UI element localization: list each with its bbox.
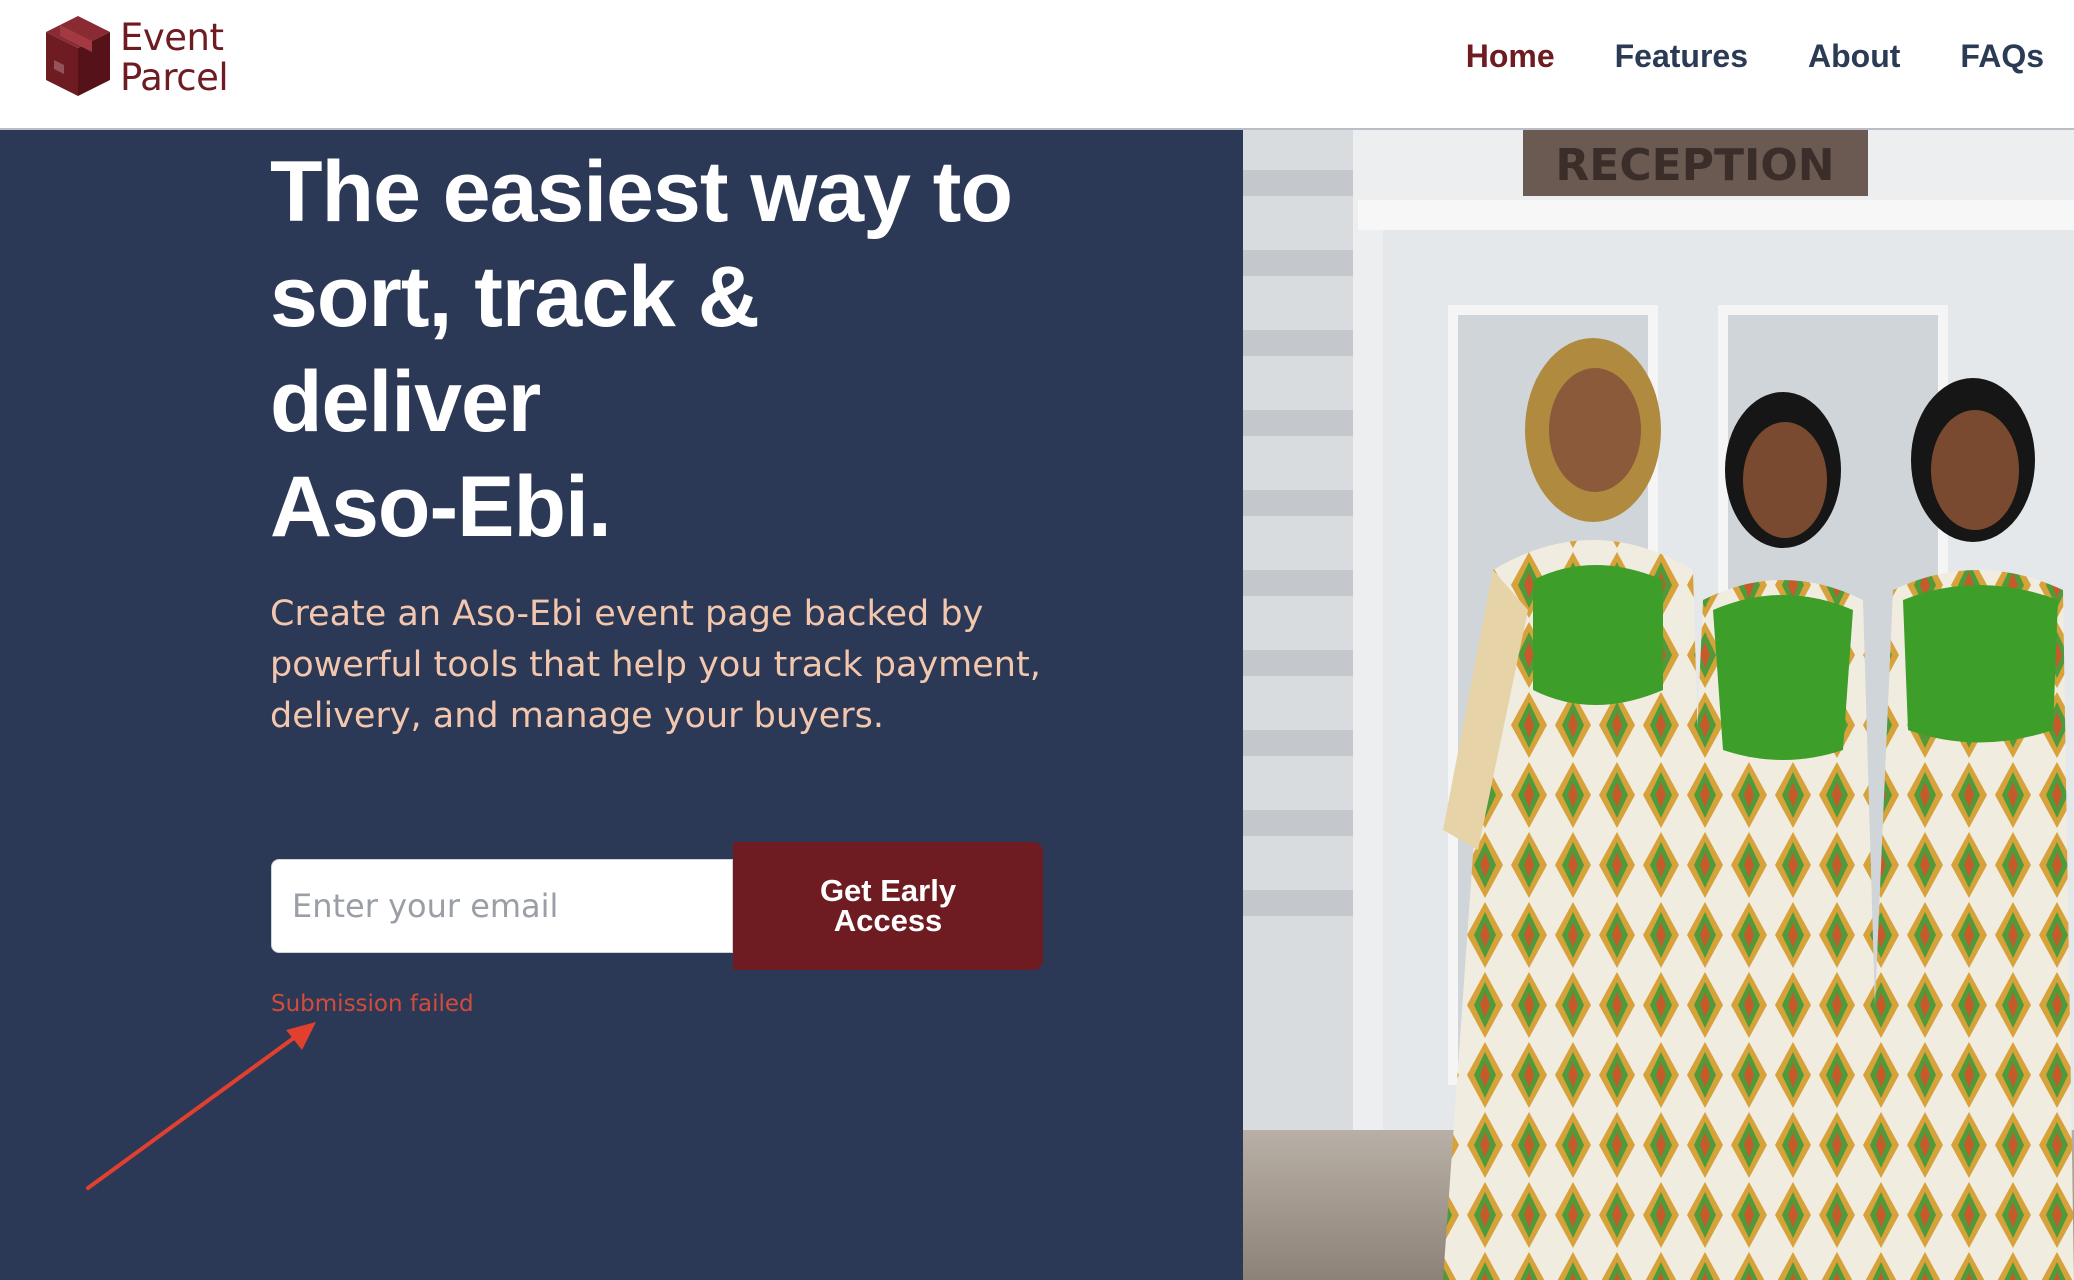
brand-logo[interactable]: Event Parcel [42, 12, 252, 104]
get-early-access-button[interactable]: Get Early Access [733, 842, 1043, 970]
annotation-arrow-icon [86, 1022, 316, 1190]
headline-line: Aso-Ebi. [270, 459, 612, 555]
headline-line: The easiest way to [270, 144, 1013, 240]
email-input[interactable] [271, 859, 733, 953]
headline-line: deliver [270, 354, 541, 450]
hero-headline: The easiest way to sort, track & deliver… [270, 140, 1090, 560]
nav-home[interactable]: Home [1466, 38, 1555, 75]
brand-name: Event Parcel [120, 16, 229, 99]
headline-line: sort, track & [270, 249, 760, 345]
parcel-box-icon [46, 16, 110, 96]
nav-faqs[interactable]: FAQs [1960, 38, 2044, 75]
brand-name-line1: Event [120, 16, 224, 59]
nav-about[interactable]: About [1808, 38, 1900, 75]
nav-features[interactable]: Features [1615, 38, 1748, 75]
reception-sign-text: RECEPTION [1555, 140, 1834, 191]
site-header: Event Parcel Home Features About FAQs [0, 0, 2074, 130]
brand-name-line2: Parcel [120, 56, 229, 99]
hero-photo: RECEPTION [1243, 130, 2074, 1280]
hero-subtext: Create an Aso-Ebi event page backed by p… [270, 594, 1041, 736]
main-nav: Home Features About FAQs [1466, 38, 2044, 75]
